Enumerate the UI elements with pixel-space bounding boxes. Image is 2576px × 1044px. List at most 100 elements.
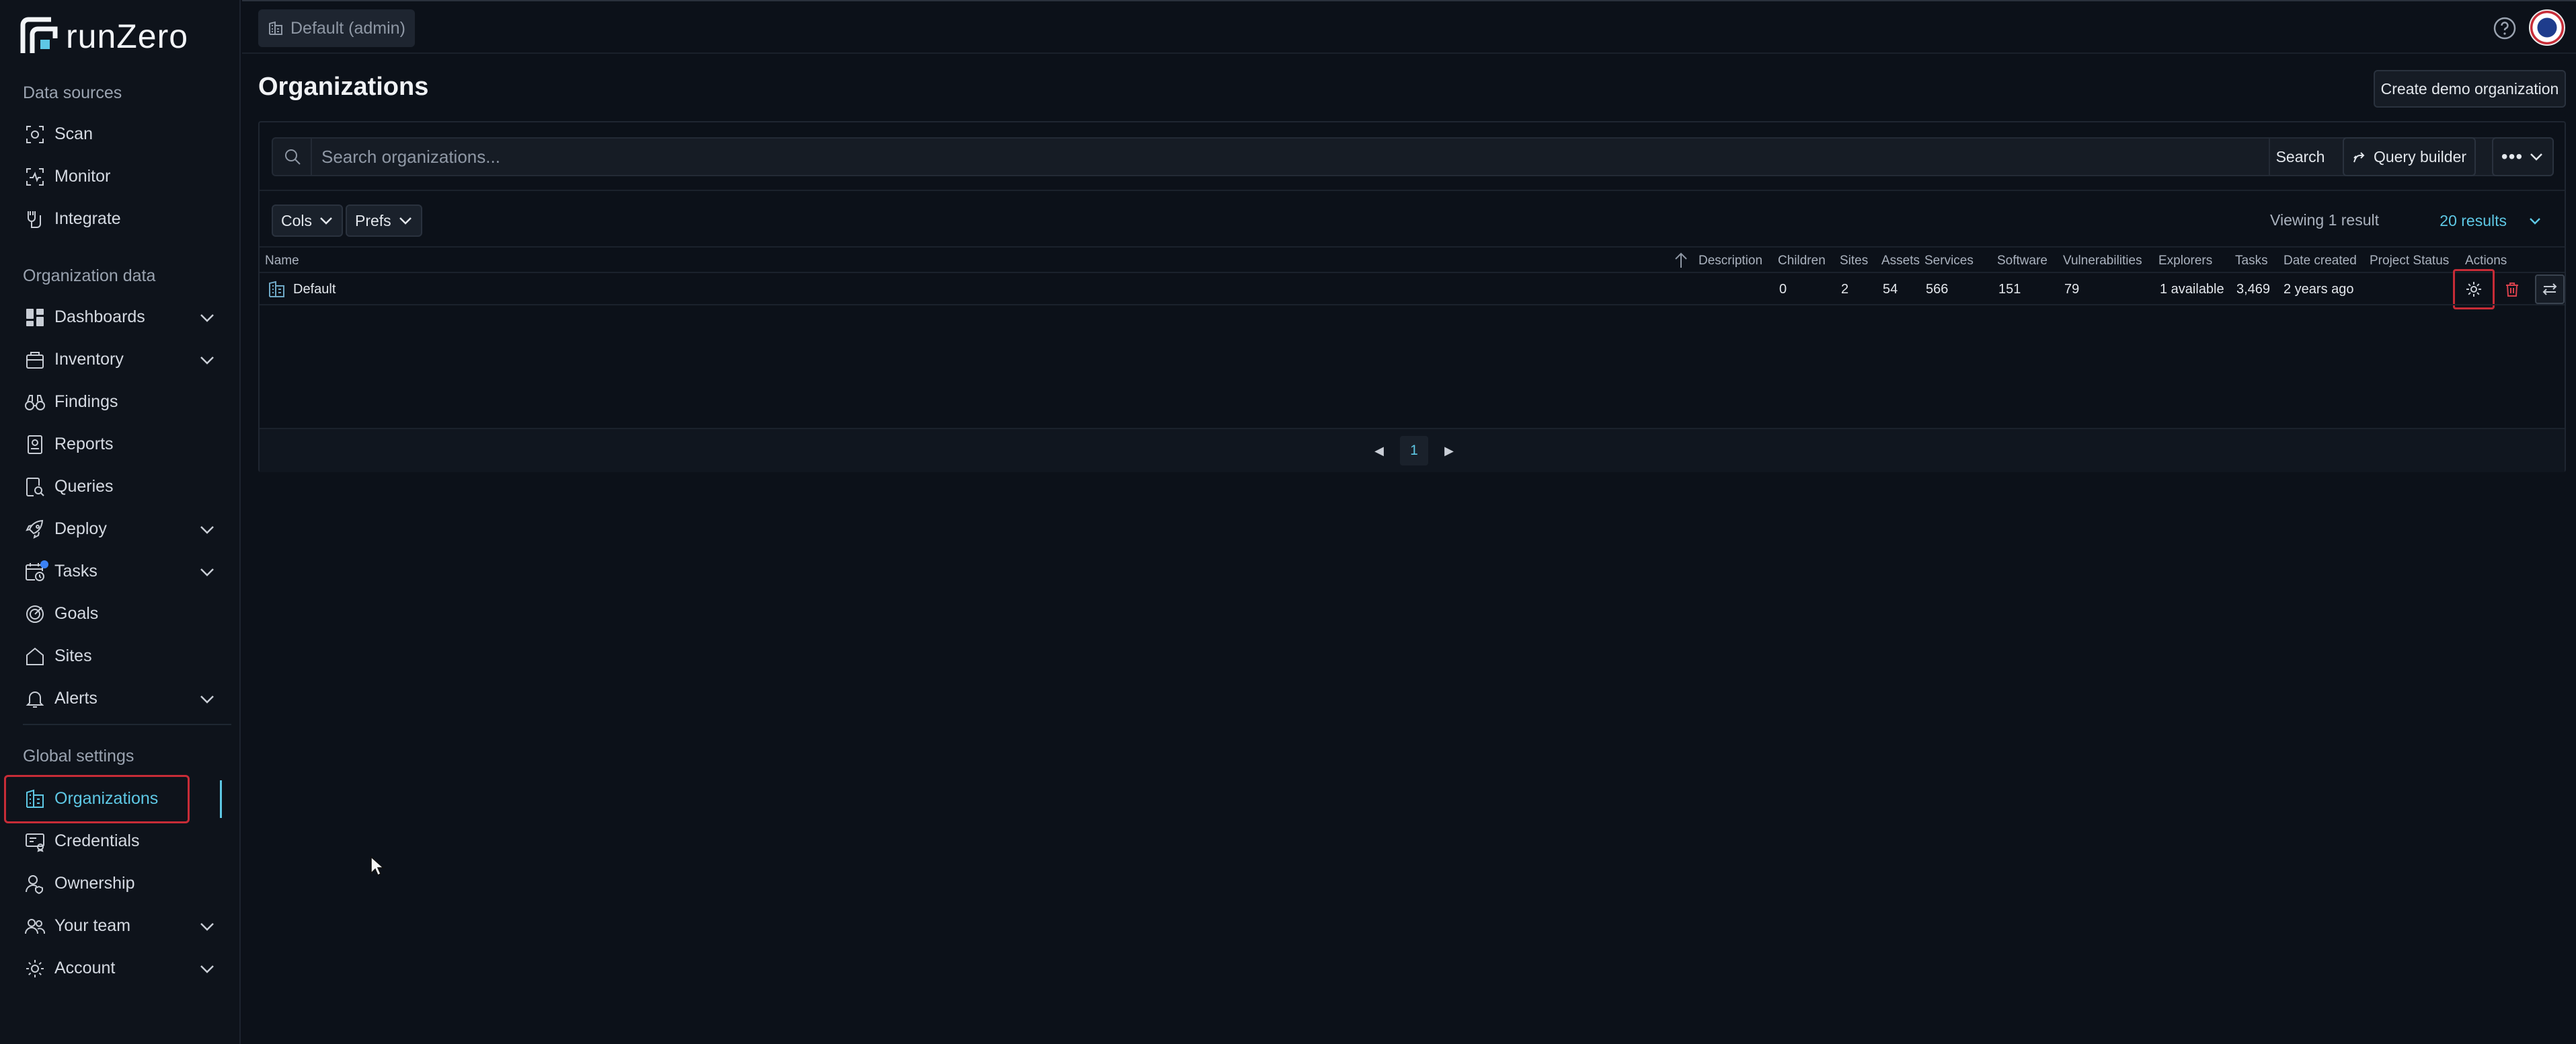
rocket-icon xyxy=(24,519,46,540)
column-header-services[interactable]: Services xyxy=(1924,254,1974,268)
column-header-actions: Actions xyxy=(2465,254,2507,268)
active-indicator-bar xyxy=(220,780,222,818)
sidebar-item-label: Ownership xyxy=(54,873,135,893)
column-header-description[interactable]: Description xyxy=(1699,254,1762,268)
cell-services[interactable]: 566 xyxy=(1926,282,1948,297)
column-header-date-created[interactable]: Date created xyxy=(2284,254,2357,268)
cell-assets[interactable]: 54 xyxy=(1883,282,1898,297)
sidebar-item-label: Findings xyxy=(54,392,118,411)
results-per-page-dropdown[interactable]: 20 results xyxy=(2440,204,2547,237)
column-header-tasks[interactable]: Tasks xyxy=(2235,254,2268,268)
column-header-sites[interactable]: Sites xyxy=(1840,254,1868,268)
cell-tasks[interactable]: 3,469 xyxy=(2236,282,2270,297)
chevron-down-icon xyxy=(198,520,217,539)
pagination-area: ◀ 1 ▶ xyxy=(260,428,2565,472)
sidebar-item-label: Scan xyxy=(54,124,93,143)
cell-vulnerabilities[interactable]: 79 xyxy=(2064,282,2079,297)
sidebar-item-inventory[interactable]: Inventory xyxy=(9,340,231,379)
sidebar-item-label: Integrate xyxy=(54,209,121,228)
sidebar-item-integrate[interactable]: Integrate xyxy=(9,199,231,238)
sidebar-item-queries[interactable]: Queries xyxy=(9,467,231,506)
team-icon xyxy=(24,916,46,937)
sidebar-item-label: Organizations xyxy=(54,788,159,808)
sidebar-item-findings[interactable]: Findings xyxy=(9,382,231,421)
building-icon xyxy=(268,20,284,36)
target-icon xyxy=(24,603,46,625)
runzero-logo-icon xyxy=(20,17,58,53)
sidebar-item-your-team[interactable]: Your team xyxy=(9,906,231,945)
organization-settings-button[interactable] xyxy=(2453,269,2495,309)
chevron-down-icon xyxy=(198,959,217,978)
sidebar-item-label: Monitor xyxy=(54,166,111,186)
chevron-down-icon xyxy=(198,689,217,708)
column-header-assets[interactable]: Assets xyxy=(1881,254,1920,268)
swap-arrows-icon xyxy=(2542,283,2557,295)
runzero-logo[interactable]: runZero xyxy=(19,12,188,61)
section-global-settings: Global settings xyxy=(23,747,134,766)
switch-organization-button[interactable] xyxy=(2535,274,2565,304)
sidebar-item-label: Queries xyxy=(54,476,114,496)
sidebar-item-label: Credentials xyxy=(54,831,140,850)
delete-organization-button[interactable] xyxy=(2497,274,2527,304)
column-header-name[interactable]: Name xyxy=(265,254,299,268)
chevron-down-icon xyxy=(198,350,217,369)
column-header-vulnerabilities[interactable]: Vulnerabilities xyxy=(2063,254,2142,268)
home-icon xyxy=(24,646,46,667)
more-options-button[interactable]: ••• xyxy=(2492,137,2554,176)
sidebar-item-alerts[interactable]: Alerts xyxy=(9,679,231,718)
sidebar-item-label: Dashboards xyxy=(54,307,145,326)
section-organization-data: Organization data xyxy=(23,266,156,285)
sidebar-item-ownership[interactable]: Ownership xyxy=(9,864,231,903)
table-toolbar: Cols Prefs Viewing 1 result 20 results xyxy=(260,190,2565,248)
sidebar-item-organizations[interactable]: Organizations xyxy=(9,779,231,818)
trash-icon xyxy=(2506,283,2518,297)
sidebar-item-goals[interactable]: Goals xyxy=(9,594,231,633)
sort-ascending-icon[interactable] xyxy=(1673,252,1689,269)
column-header-explorers[interactable]: Explorers xyxy=(2158,254,2212,268)
help-icon[interactable] xyxy=(2493,16,2517,40)
section-data-sources: Data sources xyxy=(23,83,122,102)
create-demo-organization-button[interactable]: Create demo organization xyxy=(2374,70,2566,108)
cell-sites[interactable]: 2 xyxy=(1841,282,1848,297)
column-header-project-status[interactable]: Project Status xyxy=(2370,254,2449,268)
results-per-page-label: 20 results xyxy=(2440,211,2507,229)
gear-icon xyxy=(2466,282,2481,297)
cell-name[interactable]: Default xyxy=(293,282,336,297)
previous-page-icon[interactable]: ◀ xyxy=(1370,444,1388,458)
row-divider xyxy=(260,304,2565,305)
sidebar-item-label: Inventory xyxy=(54,349,124,369)
gear-icon xyxy=(24,958,46,979)
chevron-down-icon xyxy=(2530,153,2543,161)
column-header-children[interactable]: Children xyxy=(1778,254,1826,268)
sidebar-item-dashboards[interactable]: Dashboards xyxy=(9,297,231,336)
sidebar-item-tasks[interactable]: Tasks xyxy=(9,552,231,591)
sidebar-item-deploy[interactable]: Deploy xyxy=(9,509,231,548)
search-button[interactable]: Search xyxy=(2269,139,2331,175)
avatar[interactable] xyxy=(2529,9,2565,46)
sidebar-item-label: Deploy xyxy=(54,519,107,538)
column-header-software[interactable]: Software xyxy=(1997,254,2047,268)
sidebar-item-credentials[interactable]: Credentials xyxy=(9,821,231,860)
cell-software[interactable]: 151 xyxy=(1998,282,2021,297)
chevron-down-icon xyxy=(399,217,412,225)
sidebar-item-scan[interactable]: Scan xyxy=(9,114,231,153)
search-input[interactable] xyxy=(311,139,2267,175)
next-page-icon[interactable]: ▶ xyxy=(1440,444,1458,458)
sidebar-item-monitor[interactable]: Monitor xyxy=(9,157,231,196)
cell-explorers[interactable]: 1 available xyxy=(2160,282,2224,297)
chevron-down-icon xyxy=(198,308,217,327)
scan-icon xyxy=(24,124,46,145)
page-number-current[interactable]: 1 xyxy=(1400,436,1428,465)
sidebar: runZero Data sources Scan Monitor Integr… xyxy=(0,0,241,1044)
prefs-label: Prefs xyxy=(355,211,391,229)
cell-date-created: 2 years ago xyxy=(2284,282,2354,297)
query-builder-button[interactable]: Query builder xyxy=(2343,137,2476,176)
sidebar-item-sites[interactable]: Sites xyxy=(9,636,231,675)
query-icon xyxy=(24,476,46,498)
sidebar-item-reports[interactable]: Reports xyxy=(9,424,231,463)
organization-switcher[interactable]: Default (admin) xyxy=(258,9,415,47)
pagination: ◀ 1 ▶ xyxy=(1370,435,1458,467)
cols-dropdown[interactable]: Cols xyxy=(272,204,344,237)
sidebar-item-account[interactable]: Account xyxy=(9,948,231,987)
prefs-dropdown[interactable]: Prefs xyxy=(346,204,422,237)
